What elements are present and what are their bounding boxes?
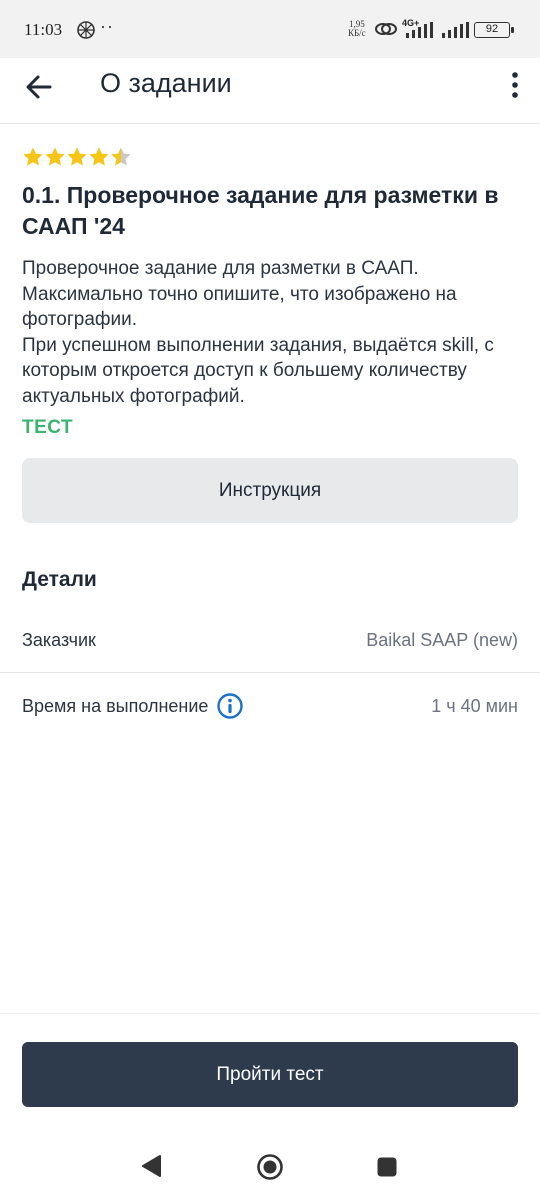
star-icon [89, 147, 109, 166]
battery-indicator: 92 [474, 22, 514, 38]
star-icon [23, 147, 43, 166]
status-time: 11:03 [24, 20, 63, 39]
task-description: Проверочное задание для разметки в СААП.… [22, 258, 494, 407]
nav-home-icon[interactable] [256, 1153, 284, 1181]
hotspot-link-icon [375, 23, 397, 35]
details-value-time: 1 ч 40 мин [431, 695, 518, 716]
nav-recents-icon[interactable] [376, 1156, 398, 1178]
star-icon [45, 147, 65, 166]
details-label-time-wrap: Время на выполнение [22, 692, 244, 720]
signal-icon-2 [442, 22, 469, 38]
star-icon [67, 147, 87, 166]
arrow-left-icon[interactable] [22, 70, 56, 104]
info-icon[interactable] [216, 692, 244, 720]
app-bar: О задании [0, 58, 540, 124]
fan-icon [77, 21, 95, 39]
details-row-time: Время на выполнение 1 ч 40 мин [22, 686, 518, 726]
star-icon [111, 147, 131, 166]
status-bar: 11:03 ·· 1,95 КБ/с 4G+ 92 [0, 0, 540, 58]
signal-icon-1 [406, 22, 433, 38]
details-value-customer: Baikal SAAP (new) [366, 629, 518, 650]
details-row-customer: Заказчик Baikal SAAP (new) [22, 620, 518, 660]
bottom-divider [0, 1013, 540, 1014]
details-heading: Детали [22, 568, 97, 591]
more-vertical-icon[interactable] [506, 70, 524, 100]
start-test-button[interactable]: Пройти тест [22, 1042, 518, 1107]
details-label-time: Время на выполнение [22, 695, 209, 716]
page-title: О задании [100, 68, 232, 98]
task-title: 0.1. Проверочное задание для разметки в … [22, 182, 499, 239]
system-nav-bar [0, 1134, 540, 1200]
details-label-customer: Заказчик [22, 629, 96, 650]
task-rating [22, 146, 132, 170]
network-speed-unit: КБ/с [348, 28, 366, 38]
nav-back-icon[interactable] [140, 1154, 162, 1178]
instruction-button[interactable]: Инструкция [22, 458, 518, 523]
task-type-badge: ТЕСТ [22, 417, 74, 438]
network-speed: 1,95 КБ/с [348, 20, 366, 38]
details-divider [0, 672, 540, 673]
notification-dots: ·· [100, 16, 114, 36]
